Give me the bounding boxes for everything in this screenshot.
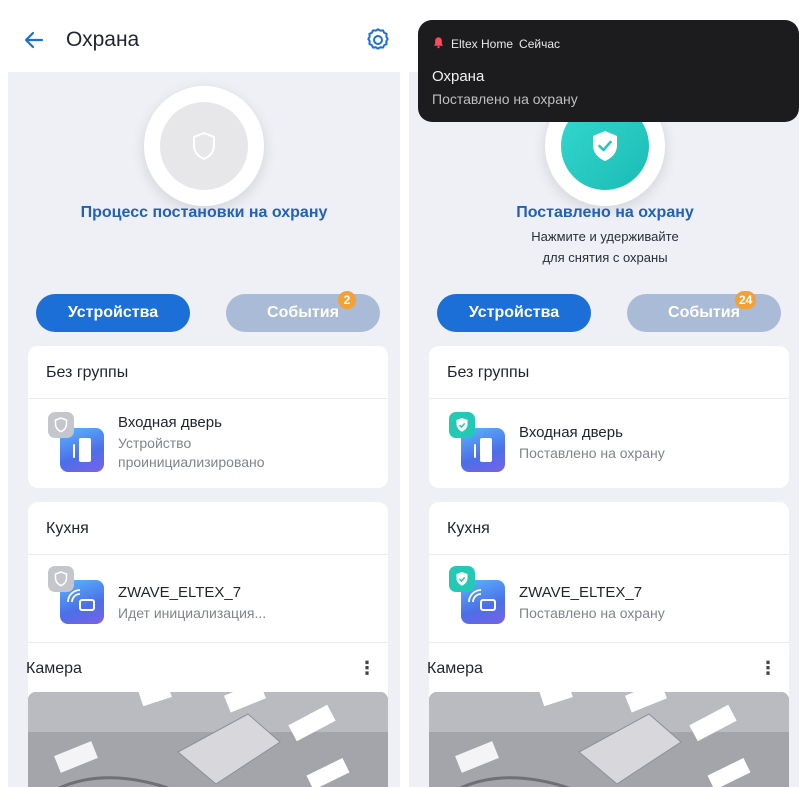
disarm-hint-line2: для снятия с охраны (542, 250, 668, 265)
device-name: Входная дверь (519, 424, 623, 441)
armed-status-title: Поставлено на охрану (516, 204, 694, 221)
camera-title: Камера (427, 660, 483, 677)
more-options-icon[interactable]: ⋮ (759, 658, 777, 679)
alarm-bell-icon (432, 36, 445, 52)
camera-preview[interactable] (28, 692, 388, 787)
disarm-hint-line1: Нажмите и удерживайте (531, 229, 679, 244)
arming-status-title: Процесс постановки на охрану (80, 204, 328, 221)
notification-app-name: Eltex Home (451, 37, 514, 51)
group-divider (429, 642, 789, 643)
device-name: ZWAVE_ELTEX_7 (118, 584, 242, 601)
more-options-icon[interactable]: ⋮ (358, 658, 376, 679)
camera-title: Камера (26, 660, 82, 677)
tab-devices[interactable]: Устройства (36, 294, 190, 332)
shield-badge-armed-icon (449, 566, 475, 592)
shield-badge-disarmed-icon (48, 566, 74, 592)
events-count-badge: 24 (735, 291, 757, 309)
shield-disarmed-icon (160, 102, 248, 190)
device-name: Входная дверь (118, 414, 222, 431)
notification-body: Поставлено на охрану (432, 91, 578, 107)
left-screen: Охрана Процесс постановки на охрану Устр… (8, 8, 400, 787)
notification-title: Охрана (432, 68, 485, 85)
tab-devices-label: Устройства (67, 304, 159, 321)
page-title: Охрана (66, 28, 140, 51)
device-status-line1: Устройство (118, 435, 192, 451)
tab-devices[interactable]: Устройства (437, 294, 591, 332)
group-title: Без группы (46, 364, 129, 381)
group-card-no-group: Без группы Входная дверь Устройство прои… (28, 346, 388, 488)
device-name: ZWAVE_ELTEX_7 (519, 584, 643, 601)
screen-divider (400, 0, 409, 787)
shield-badge-armed-icon (449, 412, 475, 438)
device-status-line1: Идет инициализация... (118, 605, 267, 621)
arm-button[interactable] (144, 86, 264, 206)
group-title: Кухня (46, 520, 89, 537)
screenshot-frame: Охрана Процесс постановки на охрану Устр… (0, 0, 799, 787)
top-app-bar: Охрана (8, 8, 400, 72)
events-count-badge: 2 (338, 291, 356, 309)
group-divider (28, 554, 388, 555)
group-divider (429, 398, 789, 399)
group-title: Кухня (447, 520, 490, 537)
right-screen: Поставлено на охрану Нажмите и удерживай… (409, 8, 799, 787)
device-status-line1: Поставлено на охрану (519, 605, 665, 621)
notification-time: Сейчас (519, 37, 560, 51)
group-title: Без группы (447, 364, 530, 381)
camera-preview[interactable] (429, 692, 789, 787)
group-divider (28, 642, 388, 643)
tab-events-label: События (668, 304, 740, 321)
device-status-line1: Поставлено на охрану (519, 445, 665, 461)
group-divider (28, 398, 388, 399)
tab-events[interactable]: События 24 (627, 291, 781, 332)
back-arrow-icon[interactable] (22, 28, 46, 52)
settings-gear-icon[interactable] (364, 26, 392, 54)
tab-events[interactable]: События 2 (226, 291, 380, 332)
push-notification[interactable]: Eltex Home Сейчас Охрана Поставлено на о… (418, 20, 799, 122)
group-card-no-group: Без группы Входная дверь Поставлено на о… (429, 346, 789, 488)
tab-devices-label: Устройства (468, 304, 560, 321)
shield-badge-disarmed-icon (48, 412, 74, 438)
device-status-line2: проинициализировано (118, 454, 265, 470)
notification-header: Eltex Home Сейчас (432, 36, 560, 52)
group-divider (429, 554, 789, 555)
tab-events-label: События (267, 304, 339, 321)
